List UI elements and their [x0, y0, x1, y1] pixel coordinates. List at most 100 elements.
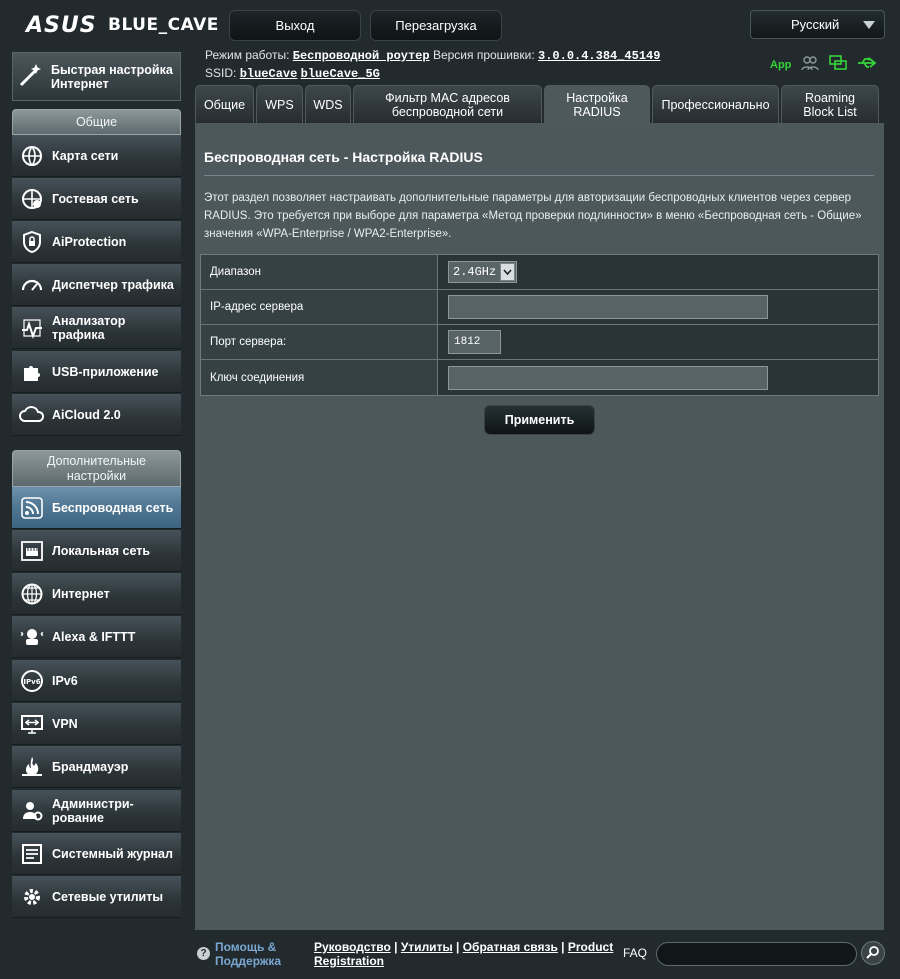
sidebar-item-network-tools[interactable]: Сетевые утилиты: [12, 876, 181, 918]
sidebar-item-label: Брандмауэр: [52, 759, 129, 774]
lan-icon: [18, 537, 46, 565]
gauge-icon: [18, 271, 46, 299]
table-row: Диапазон 2.4GHz: [201, 255, 878, 290]
help-support-link[interactable]: Помощь & Поддержка: [215, 940, 295, 968]
sidebar-item-traffic-analyzer[interactable]: Анализатор трафика: [12, 307, 181, 349]
sidebar-item-vpn[interactable]: VPN: [12, 703, 181, 745]
sidebar-item-label: Локальная сеть: [52, 543, 151, 558]
sidebar-item-lan[interactable]: Локальная сеть: [12, 530, 181, 572]
op-mode-link[interactable]: Беспроводной роутер: [293, 49, 430, 63]
admin-icon: [18, 797, 46, 825]
ssid-link-5g[interactable]: blueCave_5G: [301, 67, 380, 81]
tab-radius-label: Настройка RADIUS: [566, 91, 628, 119]
server-port-label: Порт сервера:: [201, 325, 438, 359]
tab-professional[interactable]: Профессионально: [652, 85, 779, 123]
sidebar-item-traffic-manager[interactable]: Диспетчер трафика: [12, 264, 181, 306]
sidebar-item-alexa-ifttt[interactable]: Alexa & IFTTT: [12, 616, 181, 658]
sidebar-item-label: AiProtection: [52, 234, 127, 249]
sidebar-item-label: Администри- рование: [52, 796, 134, 825]
sidebar-item-internet[interactable]: Интернет: [12, 573, 181, 615]
top-bar: ASUS BLUE_CAVE Выход Перезагрузка Русски…: [0, 0, 900, 48]
internet-status-icon[interactable]: [829, 55, 848, 74]
sidebar-item-aiprotection[interactable]: AiProtection: [12, 221, 181, 263]
language-select[interactable]: Русский: [750, 10, 885, 39]
vpn-icon: [18, 710, 46, 738]
tab-wds[interactable]: WDS: [305, 85, 351, 123]
footer-links: Руководство | Утилиты | Обратная связь |…: [314, 940, 614, 968]
sidebar-item-label: Карта сети: [52, 148, 119, 163]
tab-wps[interactable]: WPS: [256, 85, 303, 123]
table-row: Порт сервера: 1812: [201, 325, 878, 360]
faq-search-input[interactable]: [656, 942, 857, 966]
table-row: Ключ соединения: [201, 360, 878, 395]
usb-icon[interactable]: [857, 56, 877, 73]
tab-radius[interactable]: Настройка RADIUS: [544, 85, 650, 124]
page-description: Этот раздел позволяет настраивать дополн…: [204, 192, 862, 240]
apply-button[interactable]: Применить: [484, 405, 595, 435]
sidebar-item-label: Анализатор трафика: [52, 313, 126, 342]
tab-roaming-block-list[interactable]: Roaming Block List: [781, 85, 879, 123]
globe-network-icon: [18, 142, 46, 170]
sidebar-item-wireless[interactable]: Беспроводная сеть: [12, 487, 181, 529]
tab-mac-filter-label: Фильтр MAC адресов беспроводной сети: [385, 90, 510, 119]
reboot-button[interactable]: Перезагрузка: [370, 10, 502, 41]
search-button[interactable]: [861, 941, 885, 965]
radius-settings-table: Диапазон 2.4GHz IP-адрес сервера Порт се…: [200, 254, 879, 396]
title-divider: [204, 175, 874, 176]
guest-network-icon: [18, 185, 46, 213]
sidebar-item-ipv6[interactable]: IPv6 IPv6: [12, 660, 181, 702]
sidebar-item-label: Сетевые утилиты: [52, 889, 164, 904]
server-ip-input[interactable]: [448, 295, 768, 319]
sidebar-item-aicloud[interactable]: AiCloud 2.0: [12, 394, 181, 436]
general-section-header: Общие: [12, 109, 181, 135]
chevron-down-icon: [500, 263, 515, 281]
tab-general[interactable]: Общие: [195, 85, 254, 123]
table-row: IP-адрес сервера: [201, 290, 878, 325]
connection-key-input[interactable]: [448, 365, 768, 390]
tab-mac-filter[interactable]: Фильтр MAC адресов беспроводной сети: [353, 85, 542, 123]
help-support-label: Помощь & Поддержка: [215, 940, 282, 968]
connection-key-label: Ключ соединения: [201, 360, 438, 395]
sidebar-item-firewall[interactable]: Брандмауэр: [12, 746, 181, 788]
feedback-link[interactable]: Обратная связь: [463, 940, 558, 954]
sidebar-item-system-log[interactable]: Системный журнал: [12, 833, 181, 875]
sidebar-item-label: Интернет: [52, 586, 110, 601]
page-title: Беспроводная сеть - Настройка RADIUS: [204, 149, 483, 165]
puzzle-icon: [18, 358, 46, 386]
wand-icon: [17, 61, 45, 92]
band-value: 2.4GHz: [453, 265, 497, 279]
firmware-link[interactable]: 3.0.0.4.384_45149: [538, 49, 660, 63]
language-value: Русский: [791, 17, 840, 32]
quick-setup-button[interactable]: Быстрая настройка Интернет: [12, 52, 181, 101]
quick-setup-label: Быстрая настройка Интернет: [51, 62, 173, 91]
ssid-link-24[interactable]: blueCave: [240, 67, 298, 81]
status-icons: App: [770, 55, 877, 74]
app-icon[interactable]: App: [770, 59, 791, 71]
sidebar-item-label: Гостевая сеть: [52, 191, 139, 206]
clients-icon[interactable]: [801, 55, 820, 74]
sidebar-item-usb-app[interactable]: USB-приложение: [12, 351, 181, 393]
band-select[interactable]: 2.4GHz: [448, 261, 517, 283]
sidebar-item-label: VPN: [52, 716, 78, 731]
ssid-label: SSID:: [205, 66, 237, 80]
sidebar-item-guest-network[interactable]: Гостевая сеть: [12, 178, 181, 220]
advanced-section-header: Дополнительные настройки: [12, 450, 181, 487]
op-mode-label: Режим работы:: [205, 48, 290, 62]
server-port-input[interactable]: 1812: [448, 330, 501, 354]
ipv6-icon: IPv6: [18, 667, 46, 695]
sidebar-item-administration[interactable]: Администри- рование: [12, 790, 181, 832]
manual-link[interactable]: Руководство: [314, 940, 391, 954]
sidebar-item-network-map[interactable]: Карта сети: [12, 135, 181, 177]
firmware-label: Версия прошивки:: [432, 48, 535, 62]
ssid-line: SSID: blueCave blueCave_5G: [205, 66, 380, 81]
utilities-link[interactable]: Утилиты: [401, 940, 453, 954]
advanced-section-label: Дополнительные настройки: [47, 453, 146, 483]
analyzer-icon: [18, 314, 46, 342]
faq-label: FAQ: [623, 946, 648, 960]
logout-button[interactable]: Выход: [229, 10, 361, 41]
firewall-icon: [18, 753, 46, 781]
wifi-icon: [18, 494, 46, 522]
gear-icon: [18, 883, 46, 911]
content-panel: Беспроводная сеть - Настройка RADIUS Это…: [195, 123, 884, 930]
svg-text:IPv6: IPv6: [23, 678, 40, 686]
